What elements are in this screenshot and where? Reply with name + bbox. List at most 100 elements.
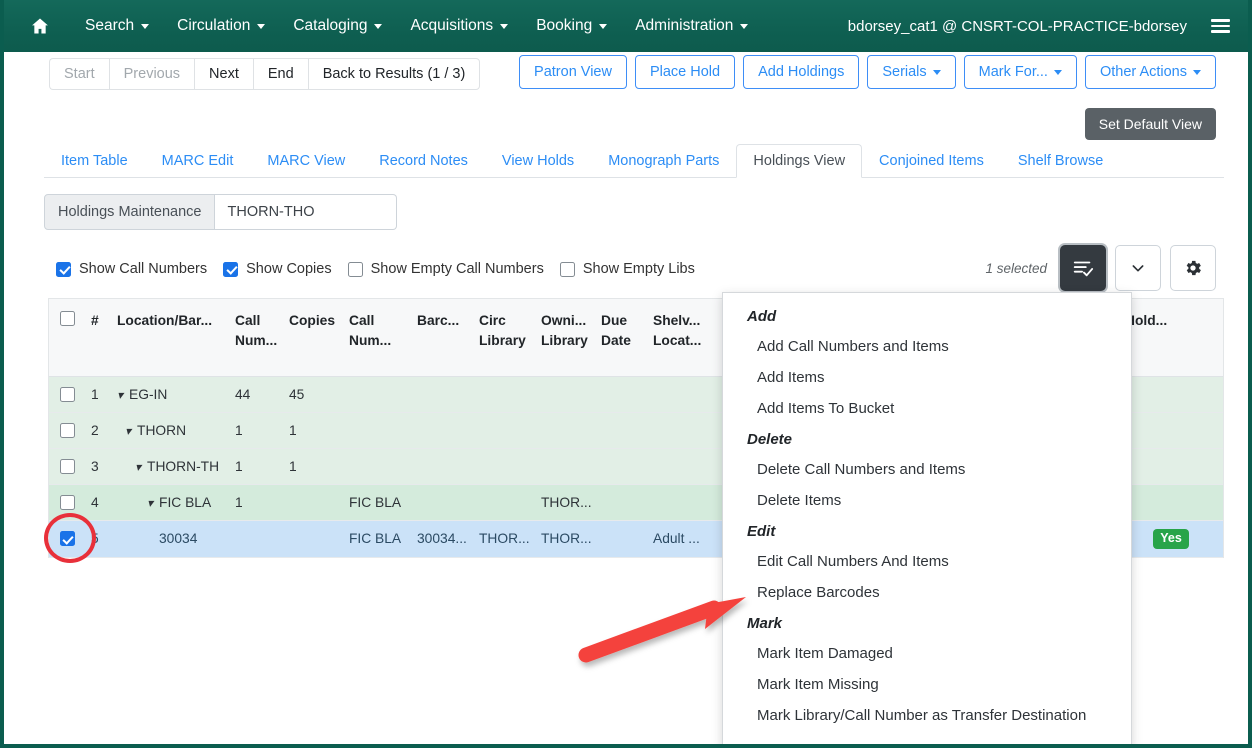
- menu-item-delete-items[interactable]: Delete Items: [723, 485, 1131, 516]
- row-checkbox-cell[interactable]: [49, 451, 85, 482]
- checkbox-icon[interactable]: [59, 459, 75, 474]
- row-holdable: [1119, 387, 1223, 403]
- back-to-results-button[interactable]: Back to Results (1 / 3): [307, 58, 481, 90]
- home-icon[interactable]: [30, 16, 50, 36]
- menu-item-mark-item-missing[interactable]: Mark Item Missing: [723, 669, 1131, 700]
- column-header-call-number-2[interactable]: Call Num...: [343, 299, 411, 376]
- nav-item-search[interactable]: Search: [72, 11, 162, 41]
- column-header-location-barcode[interactable]: Location/Bar...: [111, 299, 229, 376]
- tab-marc-view[interactable]: MARC View: [250, 144, 362, 178]
- patron-view-button[interactable]: Patron View: [519, 55, 627, 89]
- row-copies: 1: [289, 422, 297, 438]
- other-actions-dropdown-button[interactable]: Other Actions: [1084, 55, 1216, 89]
- show-copies-option[interactable]: Show Copies: [215, 258, 339, 280]
- start-button[interactable]: Start: [49, 58, 109, 90]
- tab-monograph-parts[interactable]: Monograph Parts: [591, 144, 736, 178]
- tab-record-notes[interactable]: Record Notes: [362, 144, 485, 178]
- tab-view-holds[interactable]: View Holds: [485, 144, 591, 178]
- option-label: Show Copies: [246, 261, 332, 277]
- set-default-view-button[interactable]: Set Default View: [1084, 108, 1216, 140]
- chevron-down-icon: [1053, 69, 1062, 75]
- location-label: THORN: [137, 422, 187, 438]
- hamburger-menu-icon[interactable]: [1207, 15, 1234, 37]
- chevron-down-icon[interactable]: ▾: [125, 424, 131, 440]
- row-due-date: [595, 495, 647, 511]
- column-header-due-date[interactable]: Due Date: [595, 299, 647, 376]
- menu-item-add-call-numbers-and-items[interactable]: Add Call Numbers and Items: [723, 331, 1131, 362]
- nav-item-cataloging[interactable]: Cataloging: [280, 11, 395, 41]
- checkbox-icon[interactable]: [223, 261, 239, 277]
- tab-holdings-view[interactable]: Holdings View: [736, 144, 863, 178]
- tab-item-table[interactable]: Item Table: [44, 144, 145, 178]
- row-owning-library: THOR...: [541, 530, 592, 546]
- row-location[interactable]: 30034: [111, 522, 229, 556]
- row-checkbox-cell[interactable]: [49, 415, 85, 446]
- chevron-down-icon: [141, 23, 150, 29]
- top-navigation-bar: Search Circulation Cataloging Acquisitio…: [4, 0, 1248, 52]
- holdings-maintenance-row: Holdings Maintenance: [44, 194, 398, 230]
- column-header-circ-library[interactable]: Circ Library: [473, 299, 535, 376]
- nav-item-administration[interactable]: Administration: [622, 11, 761, 41]
- row-location[interactable]: ▾ THORN: [111, 414, 229, 448]
- column-header-holdable[interactable]: Hold...: [1119, 299, 1223, 376]
- end-button[interactable]: End: [252, 58, 308, 90]
- holdings-maintenance-input[interactable]: [215, 194, 398, 230]
- row-checkbox-cell[interactable]: [49, 487, 85, 518]
- tab-conjoined-items[interactable]: Conjoined Items: [862, 144, 1001, 178]
- nav-item-booking[interactable]: Booking: [523, 11, 620, 41]
- column-header-call-number-1[interactable]: Call Num...: [229, 299, 283, 376]
- menu-item-add-items-to-bucket[interactable]: Add Items To Bucket: [723, 393, 1131, 424]
- show-empty-libs-option[interactable]: Show Empty Libs: [552, 258, 703, 280]
- previous-button[interactable]: Previous: [108, 58, 195, 90]
- column-header-copies[interactable]: Copies: [283, 299, 343, 376]
- checkbox-icon[interactable]: [59, 311, 75, 326]
- column-header-barcode[interactable]: Barc...: [411, 299, 473, 376]
- row-location[interactable]: ▾ EG-IN: [111, 378, 229, 412]
- button-label: Other Actions: [1099, 64, 1187, 80]
- row-due-date: [595, 423, 647, 439]
- show-empty-call-numbers-option[interactable]: Show Empty Call Numbers: [340, 258, 552, 280]
- menu-item-edit-call-numbers-and-items[interactable]: Edit Call Numbers And Items: [723, 546, 1131, 577]
- checkbox-icon[interactable]: [59, 423, 75, 438]
- row-checkbox-cell[interactable]: [49, 379, 85, 410]
- column-header-number[interactable]: #: [85, 299, 111, 376]
- place-hold-button[interactable]: Place Hold: [634, 55, 736, 89]
- mark-for-dropdown-button[interactable]: Mark For...: [963, 55, 1077, 89]
- chevron-down-icon[interactable]: ▾: [135, 460, 141, 476]
- row-checkbox-cell[interactable]: [49, 523, 85, 554]
- tab-marc-edit[interactable]: MARC Edit: [145, 144, 251, 178]
- checkbox-icon[interactable]: [59, 495, 75, 510]
- menu-item-delete-call-numbers-and-items[interactable]: Delete Call Numbers and Items: [723, 454, 1131, 485]
- button-label: Mark For...: [978, 64, 1048, 80]
- menu-item-add-items[interactable]: Add Items: [723, 362, 1131, 393]
- checkbox-icon[interactable]: [59, 531, 75, 547]
- tab-shelf-browse[interactable]: Shelf Browse: [1001, 144, 1120, 178]
- add-holdings-button[interactable]: Add Holdings: [743, 55, 860, 89]
- row-barcode: [411, 423, 473, 439]
- grid-actions-button[interactable]: [1060, 245, 1106, 291]
- row-location[interactable]: ▾ THORN-TH: [111, 450, 229, 484]
- nav-item-circulation[interactable]: Circulation: [164, 11, 278, 41]
- checkbox-icon[interactable]: [559, 261, 575, 277]
- show-call-numbers-option[interactable]: Show Call Numbers: [48, 258, 215, 280]
- row-copies: [283, 531, 343, 547]
- row-circ-library: [473, 423, 535, 439]
- selected-count-label: 1 selected: [985, 260, 1047, 276]
- row-location[interactable]: ▾ FIC BLA: [111, 486, 229, 520]
- grid-settings-button[interactable]: [1170, 245, 1216, 291]
- chevron-down-icon[interactable]: ▾: [147, 496, 153, 512]
- nav-item-acquisitions[interactable]: Acquisitions: [397, 11, 521, 41]
- checkbox-icon[interactable]: [347, 261, 363, 277]
- nav-label: Search: [85, 17, 135, 34]
- grid-column-picker-button[interactable]: [1115, 245, 1161, 291]
- next-button[interactable]: Next: [194, 58, 253, 90]
- column-header-owning-library[interactable]: Owni... Library: [535, 299, 595, 376]
- row-copies: [283, 495, 343, 511]
- serials-dropdown-button[interactable]: Serials: [867, 55, 956, 89]
- menu-item-mark-transfer-destination[interactable]: Mark Library/Call Number as Transfer Des…: [723, 700, 1131, 731]
- checkbox-icon[interactable]: [59, 387, 75, 402]
- menu-item-mark-item-damaged[interactable]: Mark Item Damaged: [723, 638, 1131, 669]
- menu-item-replace-barcodes[interactable]: Replace Barcodes: [723, 577, 1131, 608]
- chevron-down-icon[interactable]: ▾: [117, 388, 123, 404]
- checkbox-icon[interactable]: [56, 261, 71, 277]
